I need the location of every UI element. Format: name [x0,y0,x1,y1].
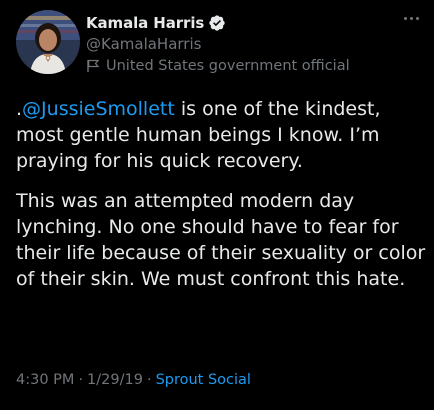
tweet-paragraph-2: This was an attempted modern day lynchin… [16,190,426,290]
tweet-card: Kamala Harris @KamalaHarris United State… [0,0,434,410]
verified-badge-icon [208,14,226,32]
author-display-name[interactable]: Kamala Harris [86,14,204,32]
affiliation-label-text: United States government official [106,58,350,74]
affiliation-label: United States government official [86,58,350,74]
tweet-date[interactable]: 1/29/19 [87,372,143,388]
tweet-metadata: 4:30 PM · 1/29/19 · Sprout Social [16,372,251,388]
meta-separator: · [78,372,84,388]
flag-icon [87,59,100,72]
mention-link[interactable]: @JussieSmollett [22,98,175,120]
tweet-source-link[interactable]: Sprout Social [156,372,251,388]
avatar[interactable] [16,10,80,74]
tweet-time[interactable]: 4:30 PM [16,372,74,388]
tweet-text: .@JussieSmollett is one of the kindest, … [16,96,426,292]
author-name-row: Kamala Harris [86,12,226,34]
more-options-icon[interactable] [400,10,422,26]
meta-separator: · [146,372,152,388]
tweet-paragraph-1: .@JussieSmollett is one of the kindest, … [16,96,426,174]
author-handle[interactable]: @KamalaHarris [86,35,201,53]
